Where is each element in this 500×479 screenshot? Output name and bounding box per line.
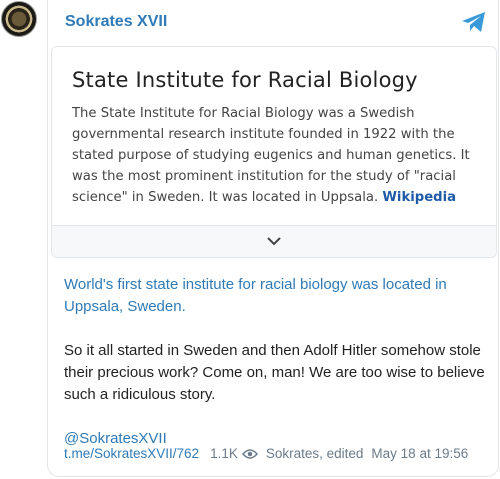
post-link[interactable]: t.me/SokratesXVII/762 (64, 446, 199, 461)
message-bubble: Sokrates XVII State Institute for Racial… (47, 0, 499, 477)
chevron-down-icon (267, 237, 281, 246)
message-content: World's first state institute for racial… (64, 274, 489, 450)
link-preview[interactable]: State Institute for Racial Biology The S… (51, 46, 497, 258)
message-body: So it all started in Sweden and then Ado… (64, 342, 485, 403)
telegram-icon[interactable] (461, 10, 487, 34)
author-label: Sokrates, edited (265, 446, 364, 461)
channel-name[interactable]: Sokrates XVII (65, 13, 167, 31)
preview-expand-bar[interactable] (52, 225, 496, 257)
message-link-text[interactable]: World's first state institute for racial… (64, 274, 489, 318)
post-date[interactable]: May 18 at 19:56 (371, 446, 468, 461)
preview-source-link[interactable]: Wikipedia (382, 190, 456, 205)
channel-avatar[interactable] (1, 1, 37, 37)
eye-icon (241, 448, 258, 459)
message-footer: t.me/SokratesXVII/762 1.1K Sokrates, edi… (64, 446, 468, 461)
preview-title: State Institute for Racial Biology (72, 68, 418, 92)
preview-text: The State Institute for Racial Biology w… (72, 103, 476, 208)
view-count: 1.1K (210, 446, 258, 461)
view-count-value: 1.1K (210, 446, 238, 461)
